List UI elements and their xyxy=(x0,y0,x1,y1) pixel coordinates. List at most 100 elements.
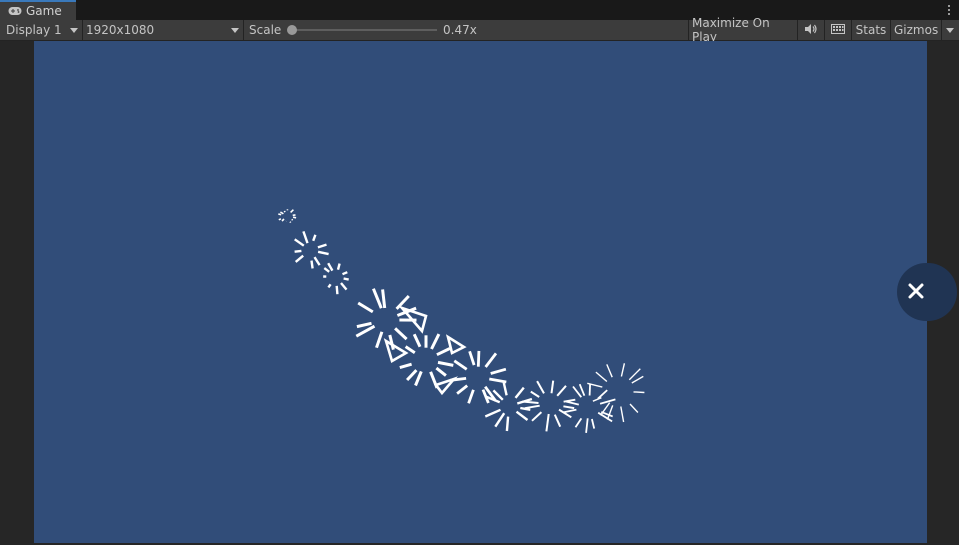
particle-trail xyxy=(278,209,645,433)
particle-streak xyxy=(278,213,282,216)
particle-streak xyxy=(592,397,602,402)
particle-streak xyxy=(357,301,374,314)
particle-shard xyxy=(445,334,467,355)
game-view[interactable] xyxy=(34,41,927,543)
toolbar-divider xyxy=(243,20,244,40)
scale-value: 0.47x xyxy=(443,23,477,37)
stats-label: Stats xyxy=(855,23,887,37)
particle-streak xyxy=(335,285,339,295)
shortcuts-button[interactable] xyxy=(825,20,851,40)
particle-streak xyxy=(591,418,596,429)
chevron-down-icon xyxy=(946,28,954,33)
particle-streak xyxy=(620,363,626,377)
particle-streak xyxy=(456,384,469,395)
particle-streak xyxy=(467,389,475,404)
particle-streak xyxy=(310,260,314,269)
particle-streak xyxy=(556,385,567,397)
particle-streak xyxy=(313,256,321,266)
particle-streak xyxy=(515,410,529,421)
particle-streak xyxy=(505,416,510,432)
particle-streak xyxy=(628,368,641,381)
particle-streak xyxy=(502,382,508,396)
tab-game-label: Game xyxy=(26,4,62,18)
particle-streak xyxy=(563,408,577,414)
particle-streak xyxy=(399,362,413,370)
particle-streak xyxy=(578,383,586,397)
particle-streak xyxy=(294,254,304,263)
chevron-down-icon xyxy=(231,28,239,33)
particle-streak xyxy=(375,331,384,349)
particle-streak xyxy=(522,400,539,404)
particle-shard xyxy=(433,376,459,396)
particle-streak xyxy=(323,267,330,273)
particle-streak xyxy=(476,350,481,367)
particle-streak xyxy=(550,380,555,394)
particle-streak xyxy=(489,377,507,384)
particle-streak xyxy=(530,390,540,398)
particle-streak xyxy=(404,345,416,354)
particle-streak xyxy=(342,271,348,276)
maximize-on-play-label: Maximize On Play xyxy=(692,16,770,44)
keyboard-icon xyxy=(831,23,845,37)
gizmos-label: Gizmos xyxy=(894,23,939,37)
editor-tab-bar: Game xyxy=(0,0,959,20)
particle-streak xyxy=(430,333,441,350)
particle-streak xyxy=(317,250,329,256)
particle-streak xyxy=(484,352,498,368)
particle-streak xyxy=(565,400,580,406)
particle-streak xyxy=(289,221,292,223)
particle-streak xyxy=(563,398,576,403)
particle-streak xyxy=(524,404,540,410)
resolution-dropdown[interactable]: 1920x1080 xyxy=(83,20,243,40)
particle-streak xyxy=(468,350,476,366)
display-dropdown[interactable]: Display 1 xyxy=(0,20,82,40)
gamepad-icon xyxy=(8,6,22,16)
scale-slider-thumb[interactable] xyxy=(287,25,297,35)
close-button[interactable] xyxy=(897,263,957,321)
particle-streak xyxy=(278,218,282,221)
particle-streak xyxy=(302,231,309,244)
particle-streak xyxy=(279,211,284,215)
scale-slider[interactable] xyxy=(287,20,437,40)
particle-streak xyxy=(484,408,501,418)
display-dropdown-label: Display 1 xyxy=(6,23,62,37)
particle-streak xyxy=(595,371,608,383)
particle-streak xyxy=(629,403,639,413)
particle-streak xyxy=(490,367,507,375)
tab-menu-kebab-icon[interactable] xyxy=(945,2,953,18)
particle-streak xyxy=(355,324,376,338)
particle-streak xyxy=(340,282,348,291)
particle-streak xyxy=(599,398,616,405)
particle-streak xyxy=(585,418,589,433)
particle-streak xyxy=(283,210,286,213)
chevron-down-icon xyxy=(70,28,78,33)
particle-streak xyxy=(531,411,543,422)
speaker-icon xyxy=(804,23,818,38)
tab-game[interactable]: Game xyxy=(0,0,76,20)
particle-streak xyxy=(317,243,327,249)
particle-streak xyxy=(588,383,591,396)
gizmos-dropdown[interactable] xyxy=(942,20,959,40)
particle-streak xyxy=(572,385,583,398)
particle-streak xyxy=(412,333,422,348)
particle-streak xyxy=(290,209,294,213)
particle-streak xyxy=(631,375,644,384)
game-view-toolbar: Display 1 1920x1080 Scale 0.47x Maximize… xyxy=(0,16,959,44)
particle-streak xyxy=(494,412,506,428)
particle-streak xyxy=(414,370,423,387)
particle-streak xyxy=(536,380,545,394)
scale-label: Scale xyxy=(249,23,282,37)
gizmos-toggle[interactable]: Gizmos xyxy=(891,20,941,40)
stats-toggle[interactable]: Stats xyxy=(852,20,890,40)
particle-streak xyxy=(606,405,614,420)
mute-audio-button[interactable] xyxy=(798,20,824,40)
particle-streak xyxy=(292,216,297,219)
maximize-on-play-toggle[interactable]: Maximize On Play xyxy=(689,16,797,44)
particle-streak xyxy=(343,277,349,281)
particle-streak xyxy=(437,360,454,367)
particle-streak xyxy=(406,369,418,382)
particle-streak xyxy=(372,288,383,309)
particle-streak xyxy=(291,218,294,221)
particle-streak xyxy=(563,405,575,410)
particle-streak xyxy=(336,263,341,271)
